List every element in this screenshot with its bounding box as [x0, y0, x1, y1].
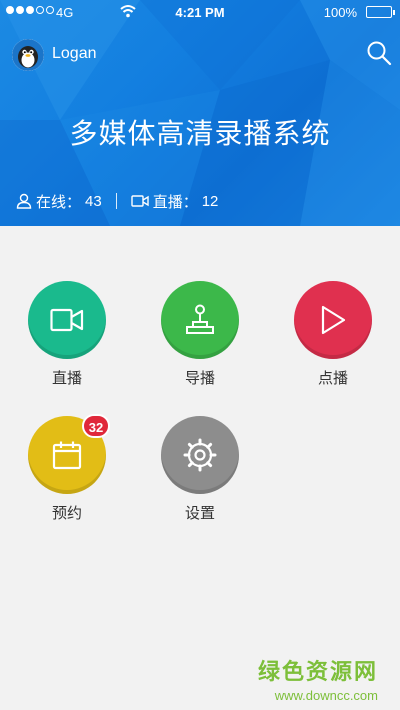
avatar[interactable] — [12, 39, 44, 71]
reservation-button[interactable]: 32 — [28, 414, 110, 494]
settings-button[interactable] — [161, 416, 239, 494]
battery-percent: 100% — [323, 5, 357, 20]
menu-label-settings: 设置 — [184, 504, 215, 522]
live-label: 直播： — [152, 193, 198, 211]
menu-item-settings[interactable]: 设置 — [150, 416, 250, 523]
notification-badge: 32 — [82, 414, 110, 438]
live-button[interactable] — [28, 281, 106, 359]
user-icon — [16, 193, 32, 209]
online-stat: 在线： 43 — [16, 191, 102, 212]
calendar-icon — [52, 441, 82, 470]
menu-item-vod[interactable]: 点播 — [283, 281, 383, 388]
online-label: 在线： — [36, 193, 82, 211]
video-camera-icon — [131, 195, 149, 207]
gear-icon — [183, 438, 217, 472]
video-camera-icon — [50, 308, 84, 332]
menu-label-live: 直播 — [51, 369, 82, 387]
menu-label-vod: 点播 — [317, 369, 348, 387]
joystick-icon — [186, 304, 214, 334]
menu-item-live[interactable]: 直播 — [17, 281, 117, 388]
online-count: 43 — [85, 192, 102, 210]
battery-icon — [366, 6, 395, 18]
stats-divider — [115, 193, 117, 209]
menu-label-reservation: 预约 — [51, 504, 82, 522]
director-button[interactable] — [161, 281, 239, 359]
penguin-avatar-icon — [12, 39, 44, 71]
vod-button[interactable] — [294, 281, 372, 359]
page-title: 多媒体高清录播系统 — [69, 117, 331, 150]
play-icon — [321, 305, 346, 335]
live-stat: 直播： 12 — [131, 191, 219, 212]
watermark-url: www.downcc.com — [274, 688, 378, 703]
watermark-name: 绿色资源网 — [257, 660, 378, 685]
header-banner: 4G 4:21 PM 100% Logan 多媒体高清录播系统 在线： 43 直… — [0, 0, 400, 226]
status-bar: 4G 4:21 PM 100% — [0, 0, 400, 24]
menu-item-reservation[interactable]: 32 预约 — [17, 414, 117, 523]
menu-item-director[interactable]: 导播 — [150, 281, 250, 388]
watermark: 绿色资源网 www.downcc.com — [258, 654, 378, 703]
search-button[interactable] — [366, 40, 392, 66]
stats-bar: 在线： 43 直播： 12 — [16, 191, 218, 211]
menu-label-director: 导播 — [184, 369, 215, 387]
search-icon — [367, 41, 392, 66]
username-label[interactable]: Logan — [52, 45, 97, 63]
live-count: 12 — [201, 192, 219, 210]
